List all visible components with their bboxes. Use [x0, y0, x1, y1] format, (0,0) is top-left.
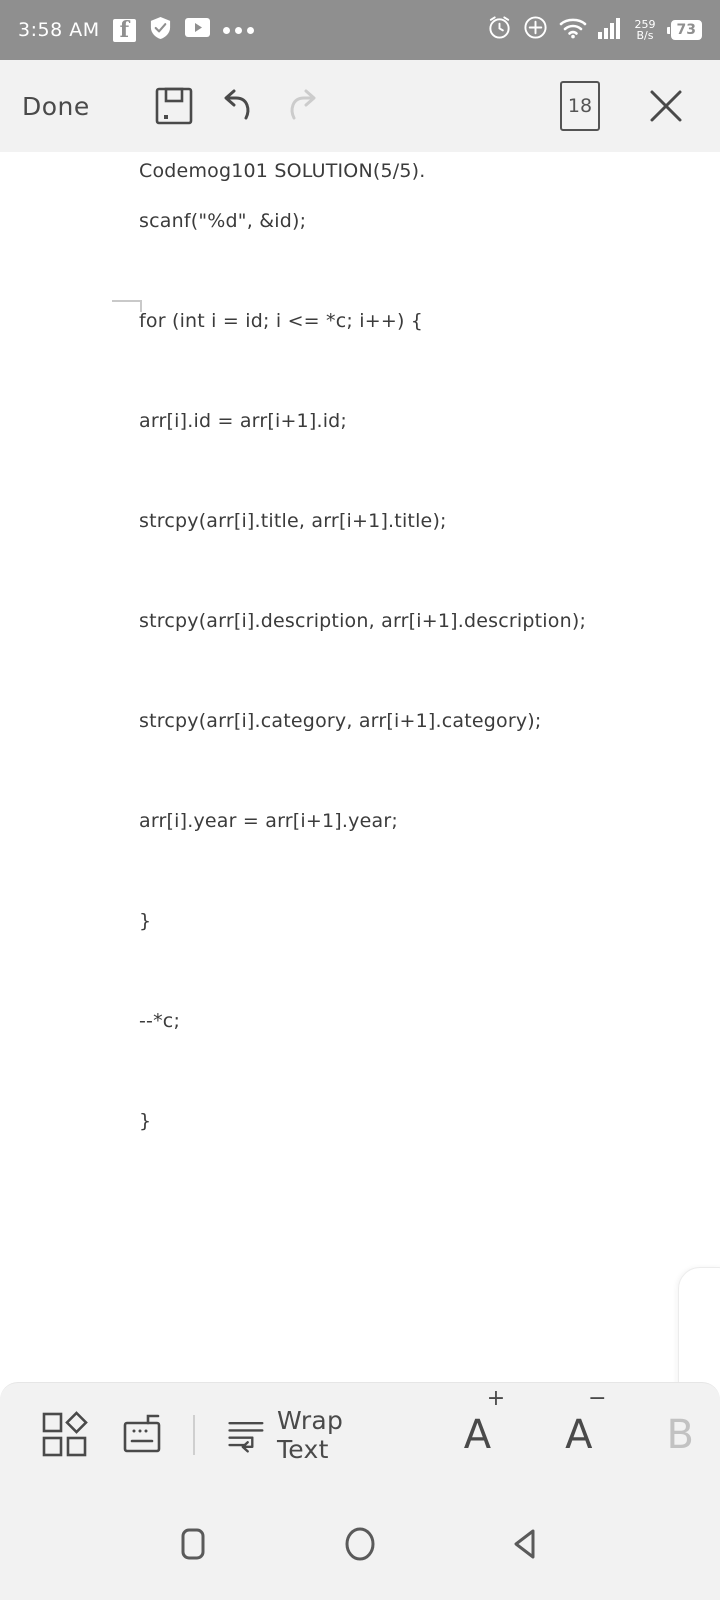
- network-speed-indicator: 259 B/s: [635, 19, 656, 41]
- editor-toolbar: Done 18: [0, 60, 720, 152]
- text-selection-handle: [112, 300, 142, 312]
- toolbar-divider: [193, 1415, 196, 1455]
- wrap-text-button[interactable]: Wrap Text: [225, 1383, 392, 1488]
- do-not-disturb-icon: [523, 15, 548, 45]
- android-nav-bar: [0, 1487, 720, 1600]
- recents-square-icon[interactable]: [163, 1514, 223, 1574]
- decrease-font-size-label: A: [565, 1412, 593, 1458]
- wrap-text-label: Wrap Text: [276, 1406, 344, 1464]
- status-bar-right: 259 B/s 73: [487, 15, 702, 45]
- status-bar-left: 3:58 AM: [18, 16, 254, 45]
- bold-button[interactable]: B: [667, 1383, 694, 1488]
- increase-font-size-button[interactable]: A +: [463, 1383, 505, 1488]
- wifi-icon: [559, 17, 587, 44]
- shield-icon: [149, 16, 172, 45]
- note-line: strcpy(arr[i].description, arr[i+1].desc…: [139, 610, 587, 632]
- close-button[interactable]: [634, 74, 698, 138]
- alarm-icon: [487, 15, 512, 45]
- phone-screen: 3:58 AM f 259 B/s 73 Done 18 Codemog101 …: [0, 0, 720, 1600]
- note-line: }: [139, 910, 152, 932]
- format-toolbar: Wrap Text A + A − B: [0, 1382, 720, 1487]
- battery-nub: [666, 26, 670, 34]
- battery-icon: 73: [666, 20, 702, 40]
- floating-panel-edge: [678, 1267, 720, 1382]
- card-label-icon[interactable]: [105, 1383, 184, 1488]
- signal-icon: [597, 17, 624, 44]
- note-line: }: [139, 1110, 152, 1132]
- save-button[interactable]: [142, 74, 206, 138]
- note-line: strcpy(arr[i].title, arr[i+1].title);: [139, 510, 447, 532]
- increase-font-size-superscript: +: [486, 1385, 506, 1411]
- increase-font-size-label: A: [463, 1412, 492, 1458]
- status-bar: 3:58 AM f 259 B/s 73: [0, 0, 720, 60]
- more-notifications-icon: [222, 26, 254, 34]
- note-line: scanf("%d", &id);: [139, 210, 307, 232]
- note-line: --*c;: [139, 1010, 181, 1032]
- page-count-button[interactable]: 18: [560, 81, 600, 131]
- redo-button[interactable]: [270, 74, 334, 138]
- status-clock: 3:58 AM: [18, 19, 100, 41]
- undo-button[interactable]: [206, 74, 270, 138]
- battery-level-label: 73: [670, 20, 702, 40]
- facebook-icon: [112, 17, 136, 43]
- decrease-font-size-superscript: −: [588, 1385, 607, 1411]
- home-circle-icon[interactable]: [330, 1514, 390, 1574]
- decrease-font-size-button[interactable]: A −: [565, 1383, 606, 1488]
- youtube-icon: [184, 18, 210, 42]
- network-speed-unit: B/s: [636, 29, 654, 42]
- done-button[interactable]: Done: [22, 92, 142, 121]
- note-editor-area[interactable]: Codemog101 SOLUTION(5/5). scanf("%d", &i…: [0, 152, 720, 1382]
- note-line: Codemog101 SOLUTION(5/5).: [139, 160, 426, 182]
- note-line: for (int i = id; i <= *c; i++) {: [139, 310, 424, 332]
- shapes-grid-icon[interactable]: [26, 1383, 105, 1488]
- note-line: arr[i].id = arr[i+1].id;: [139, 410, 348, 432]
- note-line: strcpy(arr[i].category, arr[i+1].categor…: [139, 710, 542, 732]
- back-triangle-icon[interactable]: [497, 1514, 557, 1574]
- note-line: arr[i].year = arr[i+1].year;: [139, 810, 398, 832]
